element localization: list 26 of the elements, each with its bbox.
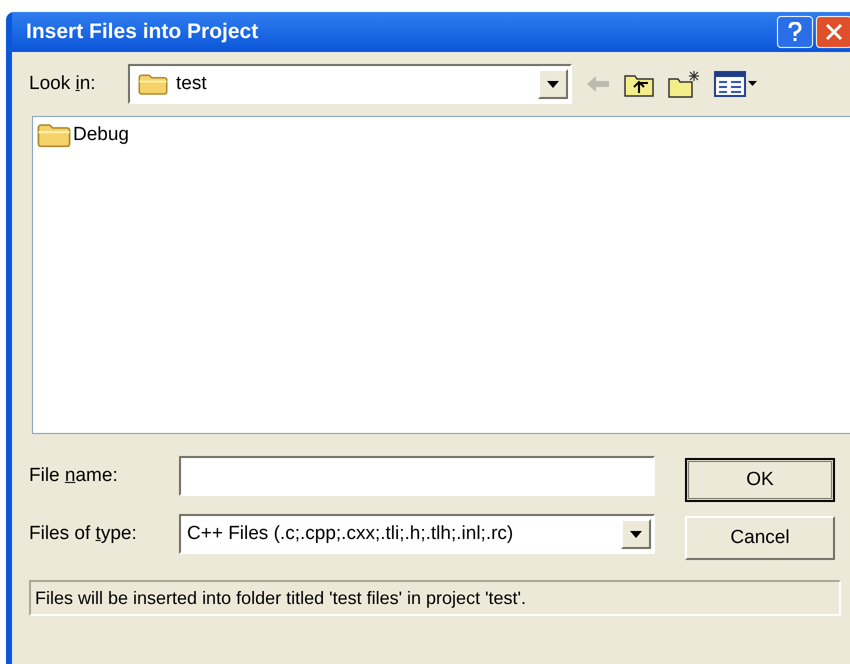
look-in-label: Look in:: [29, 72, 96, 94]
file-item-name: Debug: [73, 123, 129, 147]
file-item[interactable]: Debug: [37, 121, 129, 150]
close-button[interactable]: [816, 16, 850, 48]
file-type-label: Files of type:: [29, 522, 137, 544]
caret-icon: [547, 80, 559, 88]
folder-icon: [138, 72, 168, 96]
file-type-dropdown[interactable]: C++ Files (.c;.cpp;.cxx;.tli;.h;.tlh;.inl;.rc): [179, 514, 655, 554]
folder-icon: [37, 122, 71, 148]
question-icon: [788, 22, 802, 42]
close-icon: [825, 23, 843, 41]
help-button[interactable]: [777, 16, 813, 48]
file-name-field[interactable]: [179, 456, 655, 496]
dropdown-button[interactable]: [538, 69, 568, 99]
dialog-button[interactable]: Cancel: [685, 516, 835, 560]
look-in-dropdown[interactable]: test: [128, 64, 572, 104]
new-folder-icon[interactable]: [668, 70, 700, 98]
caret-icon: [630, 530, 642, 538]
file-type-value: C++ Files (.c;.cpp;.cxx;.tli;.h;.tlh;.inl;.rc): [187, 522, 514, 546]
window-title: Insert Files into Project: [26, 19, 258, 46]
look-in-value: test: [176, 72, 207, 96]
file-name-label: File name:: [29, 464, 118, 486]
dialog-button[interactable]: OK: [685, 458, 835, 502]
view-menu-icon[interactable]: [714, 71, 758, 97]
status-text: Files will be inserted into folder titled 'test files' in project 'test'.: [35, 586, 526, 610]
dropdown-button[interactable]: [621, 519, 651, 549]
